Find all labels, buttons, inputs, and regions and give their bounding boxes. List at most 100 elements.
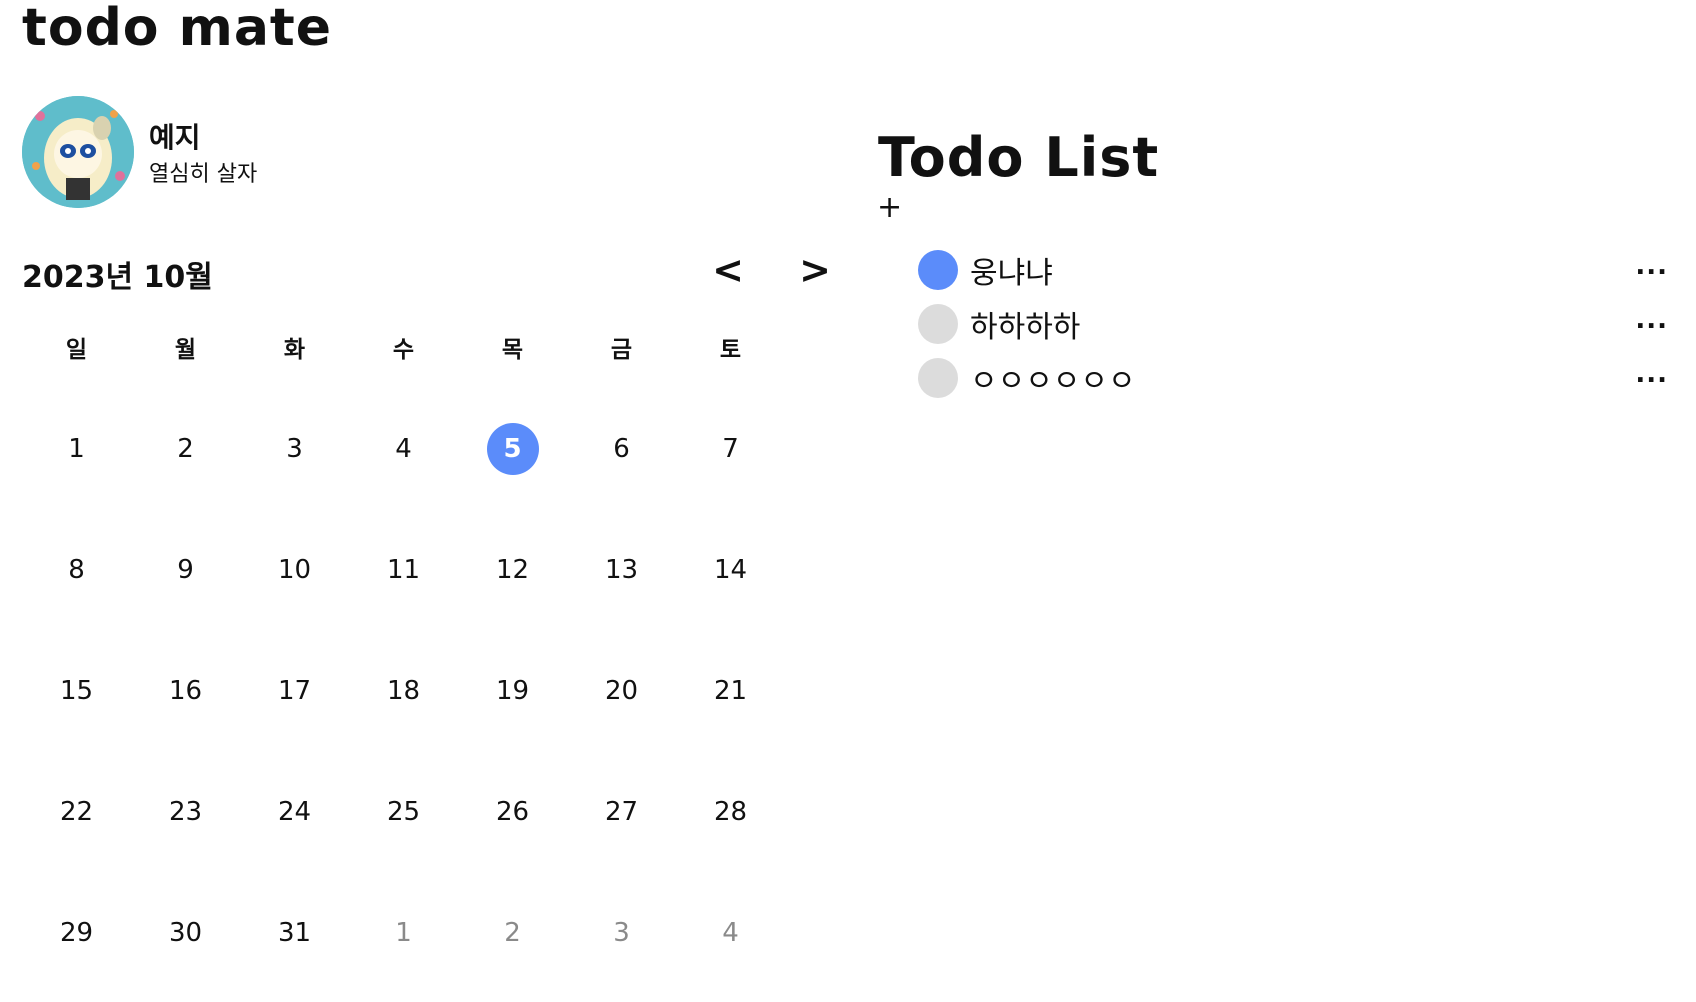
- calendar-grid: 일 월 화 수 목 금 토 1 2 3 4 5 6 7 8 9 10 11 12…: [22, 330, 787, 993]
- app-root: todo mate 예지 열심히 살자 2023년 10월 < > 일 월 화 …: [0, 0, 1696, 1002]
- day-number: 24: [277, 796, 312, 827]
- day-number: 9: [177, 554, 194, 585]
- week-row: 22 23 24 25 26 27 28: [22, 751, 787, 872]
- day-cell[interactable]: 10: [240, 544, 349, 596]
- day-cell[interactable]: 3: [240, 423, 349, 475]
- todo-text[interactable]: 하하하하: [970, 302, 1080, 346]
- profile-name: 예지: [149, 121, 201, 154]
- todo-list: 웅냐냐 ... 하하하하 ... ㅇㅇㅇㅇㅇㅇ ...: [918, 243, 1678, 405]
- todo-text[interactable]: 웅냐냐: [970, 248, 1053, 292]
- todo-checkbox[interactable]: [918, 358, 958, 398]
- day-number: 14: [713, 554, 748, 585]
- day-cell[interactable]: 18: [349, 665, 458, 717]
- day-cell[interactable]: 17: [240, 665, 349, 717]
- more-options-button[interactable]: ...: [1635, 251, 1668, 281]
- calendar-month-title: 2023년 10월: [22, 260, 213, 295]
- day-cell[interactable]: 12: [458, 544, 567, 596]
- day-cell[interactable]: 1: [22, 423, 131, 475]
- day-number: 18: [386, 675, 421, 706]
- next-month-button[interactable]: >: [795, 248, 835, 292]
- day-number: 12: [495, 554, 530, 585]
- more-options-button[interactable]: ...: [1635, 305, 1668, 335]
- day-number: 1: [395, 917, 412, 948]
- day-cell[interactable]: 29: [22, 907, 131, 959]
- day-cell[interactable]: 31: [240, 907, 349, 959]
- day-cell-selected[interactable]: 5: [458, 422, 567, 475]
- day-cell[interactable]: 24: [240, 786, 349, 838]
- day-cell-next-month[interactable]: 1: [349, 907, 458, 959]
- day-number: 4: [395, 433, 412, 464]
- day-number: 19: [495, 675, 530, 706]
- todo-item: ㅇㅇㅇㅇㅇㅇ ...: [918, 351, 1678, 405]
- day-cell[interactable]: 14: [676, 544, 785, 596]
- day-number: 15: [59, 675, 94, 706]
- day-number: 11: [386, 554, 421, 585]
- weekday-tue: 화: [283, 337, 306, 363]
- day-cell[interactable]: 8: [22, 544, 131, 596]
- day-number: 26: [495, 796, 530, 827]
- day-cell[interactable]: 23: [131, 786, 240, 838]
- day-number: 29: [59, 917, 94, 948]
- day-number: 22: [59, 796, 94, 827]
- todo-checkbox[interactable]: [918, 304, 958, 344]
- day-cell[interactable]: 19: [458, 665, 567, 717]
- day-cell-next-month[interactable]: 3: [567, 907, 676, 959]
- todo-text[interactable]: ㅇㅇㅇㅇㅇㅇ: [970, 356, 1136, 400]
- day-cell[interactable]: 22: [22, 786, 131, 838]
- day-number: 20: [604, 675, 639, 706]
- weekday-sat: 토: [719, 337, 742, 363]
- profile-status: 열심히 살자: [149, 162, 258, 187]
- day-number: 2: [504, 917, 521, 948]
- day-number: 23: [168, 796, 203, 827]
- prev-month-button[interactable]: <: [708, 248, 748, 292]
- day-cell-next-month[interactable]: 4: [676, 907, 785, 959]
- todo-list-title: Todo List: [878, 126, 1160, 189]
- day-cell[interactable]: 28: [676, 786, 785, 838]
- weekday-fri: 금: [610, 337, 633, 363]
- day-cell[interactable]: 27: [567, 786, 676, 838]
- day-number: 6: [613, 433, 630, 464]
- day-cell[interactable]: 13: [567, 544, 676, 596]
- todo-item: 웅냐냐 ...: [918, 243, 1678, 297]
- day-number: 4: [722, 917, 739, 948]
- add-todo-button[interactable]: +: [877, 188, 902, 228]
- day-cell[interactable]: 2: [131, 423, 240, 475]
- day-cell[interactable]: 16: [131, 665, 240, 717]
- day-number: 30: [168, 917, 203, 948]
- weekday-sun: 일: [65, 337, 88, 363]
- day-cell[interactable]: 11: [349, 544, 458, 596]
- day-cell[interactable]: 6: [567, 423, 676, 475]
- weekday-header-row: 일 월 화 수 목 금 토: [22, 330, 787, 388]
- day-number: 13: [604, 554, 639, 585]
- avatar[interactable]: [22, 96, 134, 208]
- selected-day-number: 5: [486, 422, 539, 475]
- day-cell[interactable]: 20: [567, 665, 676, 717]
- day-number: 1: [68, 433, 85, 464]
- day-cell[interactable]: 4: [349, 423, 458, 475]
- more-options-button[interactable]: ...: [1635, 359, 1668, 389]
- weekday-thu: 목: [501, 337, 524, 363]
- week-row: 8 9 10 11 12 13 14: [22, 509, 787, 630]
- day-number: 3: [286, 433, 303, 464]
- day-cell[interactable]: 7: [676, 423, 785, 475]
- day-number: 27: [604, 796, 639, 827]
- day-cell[interactable]: 25: [349, 786, 458, 838]
- todo-checkbox-done[interactable]: [918, 250, 958, 290]
- weekday-wed: 수: [392, 337, 415, 363]
- day-cell[interactable]: 26: [458, 786, 567, 838]
- todo-item: 하하하하 ...: [918, 297, 1678, 351]
- day-number: 25: [386, 796, 421, 827]
- day-cell-next-month[interactable]: 2: [458, 907, 567, 959]
- day-cell[interactable]: 30: [131, 907, 240, 959]
- day-number: 28: [713, 796, 748, 827]
- day-cell[interactable]: 9: [131, 544, 240, 596]
- day-cell[interactable]: 15: [22, 665, 131, 717]
- day-number: 21: [713, 675, 748, 706]
- week-row: 15 16 17 18 19 20 21: [22, 630, 787, 751]
- day-number: 2: [177, 433, 194, 464]
- app-title: todo mate: [22, 0, 333, 58]
- day-cell[interactable]: 21: [676, 665, 785, 717]
- week-row: 1 2 3 4 5 6 7: [22, 388, 787, 509]
- weekday-mon: 월: [174, 337, 197, 363]
- day-number: 10: [277, 554, 312, 585]
